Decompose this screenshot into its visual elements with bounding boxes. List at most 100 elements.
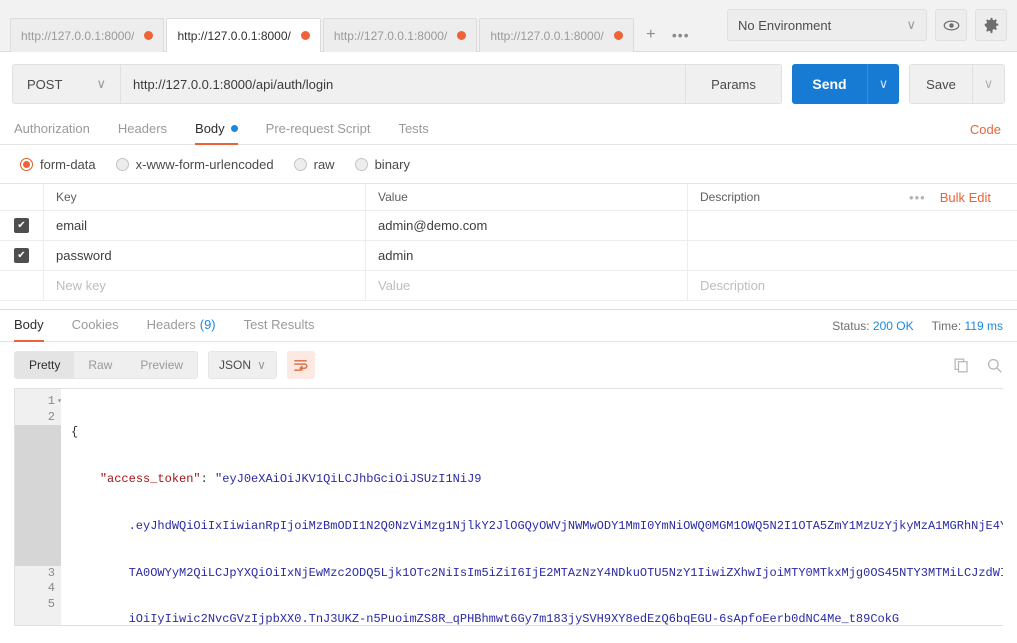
save-group: Save ∨ <box>909 64 1005 104</box>
tab-options-button[interactable]: ••• <box>666 18 696 52</box>
http-method-selector[interactable]: POST ∨ <box>13 65 121 103</box>
radio-binary[interactable]: binary <box>354 156 410 172</box>
table-new-row: New key Value Description <box>0 271 1017 301</box>
row-key[interactable]: password <box>44 241 366 270</box>
tab-authorization[interactable]: Authorization <box>14 114 90 145</box>
response-body-editor[interactable]: 1 ▾ 2 3 4 5 { "access_token": "eyJ0eXAiO… <box>14 388 1003 626</box>
new-description-input[interactable]: Description <box>688 271 1017 300</box>
header-value: Value <box>366 184 688 210</box>
status-label: Status: <box>832 318 870 333</box>
access-token-segment: TA0OWYyM2QiLCJpYXQiOiIxNjEwMzc2ODQ5Ljk1O… <box>128 565 1003 580</box>
tab-tests[interactable]: Tests <box>398 114 428 145</box>
search-icon[interactable] <box>986 357 1003 374</box>
radio-label: binary <box>374 156 410 172</box>
response-tab-cookies[interactable]: Cookies <box>72 309 119 342</box>
line-number: 1 ▾ <box>15 394 62 410</box>
unsaved-dot-icon[interactable] <box>144 31 154 40</box>
copy-icon[interactable] <box>953 357 970 374</box>
request-tab-2[interactable]: http://127.0.0.1:8000/ <box>166 18 321 52</box>
status-value: 200 OK <box>872 318 914 333</box>
response-tab-test-results[interactable]: Test Results <box>244 309 315 342</box>
environment-quick-look-button[interactable] <box>935 9 967 41</box>
bulk-edit-button[interactable]: Bulk Edit <box>940 190 991 205</box>
unsaved-dot-icon[interactable] <box>457 31 467 40</box>
response-tab-headers[interactable]: Headers (9) <box>147 309 216 342</box>
send-button[interactable]: Send <box>792 64 867 104</box>
table-options-button[interactable]: ••• <box>909 190 926 205</box>
tab-label: Authorization <box>14 120 90 136</box>
body-modified-dot-icon <box>230 124 238 132</box>
url-input[interactable]: http://127.0.0.1:8000/api/auth/login <box>121 65 686 103</box>
radio-x-www-form-urlencoded[interactable]: x-www-form-urlencoded <box>115 156 274 172</box>
save-button[interactable]: Save <box>910 65 972 103</box>
unsaved-dot-icon[interactable] <box>613 31 623 40</box>
code-line-1: { <box>71 425 1003 441</box>
viewer-actions <box>953 357 1003 374</box>
row-value[interactable]: admin <box>366 241 688 270</box>
radio-raw[interactable]: raw <box>293 157 335 172</box>
view-mode-raw[interactable]: Raw <box>74 352 126 378</box>
response-meta: Status: 200 OK Time: 119 ms <box>832 319 1003 333</box>
word-wrap-icon <box>294 359 308 371</box>
tab-pre-request-script[interactable]: Pre-request Script <box>266 114 371 145</box>
params-button[interactable]: Params <box>686 65 781 103</box>
request-tab-label: http://127.0.0.1:8000/ <box>333 28 448 43</box>
environment-selector[interactable]: No Environment ∨ <box>727 9 927 41</box>
chevron-down-icon: ∨ <box>906 17 916 32</box>
table-row: ✔ password admin <box>0 241 1017 271</box>
environment-selected-label: No Environment <box>738 17 832 33</box>
code-line-2-wrap: .eyJhdWQiOiIxIiwianRpIjoiMzBmODI1N2Q0NzV… <box>71 519 1003 535</box>
radio-form-data[interactable]: form-data <box>20 157 96 172</box>
unsaved-dot-icon[interactable] <box>300 31 310 40</box>
word-wrap-button[interactable] <box>286 351 315 379</box>
access-token-segment: "eyJ0eXAiOiJKV1QiLCJhbGciOiJSUzI1NiJ9 <box>215 471 482 486</box>
radio-label: x-www-form-urlencoded <box>135 156 274 172</box>
save-options-button[interactable]: ∨ <box>972 65 1004 103</box>
radio-icon <box>354 157 368 171</box>
request-tab-4[interactable]: http://127.0.0.1:8000/ <box>479 18 634 52</box>
body-type-radio-group: form-data x-www-form-urlencoded raw bina… <box>0 145 1017 183</box>
fold-arrow-icon[interactable]: ▾ <box>57 394 62 410</box>
radio-icon <box>293 157 307 171</box>
row-key[interactable]: email <box>44 211 366 240</box>
new-key-input[interactable]: New key <box>44 271 366 300</box>
line-number: 4 <box>47 581 55 596</box>
editor-code-area[interactable]: { "access_token": "eyJ0eXAiOiJKV1QiLCJhb… <box>61 389 1003 625</box>
header-description-label: Description <box>700 190 761 204</box>
row-checkbox-cell <box>0 271 44 300</box>
access-token-key: "access_token" <box>99 471 201 486</box>
row-description[interactable] <box>688 211 1017 240</box>
url-group: POST ∨ http://127.0.0.1:8000/api/auth/lo… <box>12 64 782 104</box>
row-description[interactable] <box>688 241 1017 270</box>
radio-label: form-data <box>40 156 96 172</box>
row-checkbox-cell: ✔ <box>0 241 44 270</box>
request-tab-label: http://127.0.0.1:8000/ <box>177 28 291 43</box>
send-options-button[interactable]: ∨ <box>867 64 899 104</box>
header-actions: ••• Bulk Edit <box>909 190 1005 205</box>
tab-label: Pre-request Script <box>265 120 371 136</box>
request-section-tabs: Authorization Headers Body Pre-request S… <box>0 114 1017 145</box>
row-checkbox[interactable]: ✔ <box>14 248 29 263</box>
row-value[interactable]: admin@demo.com <box>366 211 688 240</box>
table-row: ✔ email admin@demo.com <box>0 211 1017 241</box>
new-tab-button[interactable]: + <box>636 18 666 52</box>
request-tab-3[interactable]: http://127.0.0.1:8000/ <box>322 18 478 52</box>
request-url-bar: POST ∨ http://127.0.0.1:8000/api/auth/lo… <box>0 52 1017 114</box>
response-tab-body[interactable]: Body <box>14 309 44 342</box>
tab-bar: http://127.0.0.1:8000/ http://127.0.0.1:… <box>0 0 1017 52</box>
view-mode-pretty[interactable]: Pretty <box>15 352 75 378</box>
response-format-selector[interactable]: JSON ∨ <box>208 351 277 379</box>
settings-button[interactable] <box>975 9 1007 41</box>
tab-headers[interactable]: Headers <box>118 114 167 145</box>
code-link[interactable]: Code <box>970 122 1001 137</box>
new-value-input[interactable]: Value <box>366 271 688 300</box>
open-brace: { <box>71 425 79 440</box>
row-checkbox[interactable]: ✔ <box>14 218 29 233</box>
response-viewer-toolbar: Pretty Raw Preview JSON ∨ <box>0 342 1017 388</box>
view-mode-segmented-control: Pretty Raw Preview <box>14 351 199 379</box>
request-tab-list: http://127.0.0.1:8000/ http://127.0.0.1:… <box>10 0 696 52</box>
view-mode-preview[interactable]: Preview <box>126 352 197 378</box>
request-tab-1[interactable]: http://127.0.0.1:8000/ <box>10 18 165 52</box>
tab-body[interactable]: Body <box>195 114 238 145</box>
gear-icon <box>984 17 998 33</box>
